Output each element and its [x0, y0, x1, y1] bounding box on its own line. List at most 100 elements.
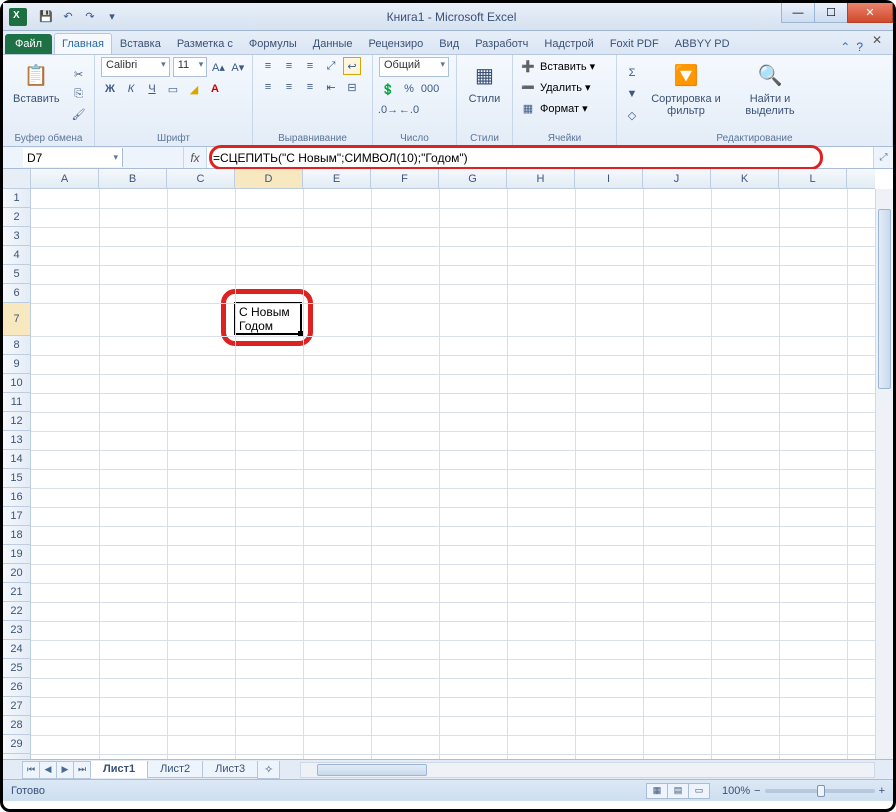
workbook-close-icon[interactable]: ✕: [867, 33, 887, 49]
save-icon[interactable]: 💾: [37, 8, 55, 26]
align-top-icon[interactable]: ≡: [259, 57, 277, 75]
col-head-G[interactable]: G: [439, 169, 507, 188]
row-head-8[interactable]: 8: [3, 336, 30, 355]
sheet-nav-next-icon[interactable]: ▶: [56, 761, 74, 779]
align-bot-icon[interactable]: ≡: [301, 57, 319, 75]
tab-addins[interactable]: Надстрой: [536, 33, 601, 54]
format-painter-icon[interactable]: 🖌: [70, 105, 88, 123]
comma-icon[interactable]: 000: [421, 80, 439, 98]
number-format-combo[interactable]: Общий: [379, 57, 449, 77]
row-head-15[interactable]: 15: [3, 469, 30, 488]
currency-icon[interactable]: 💲: [379, 80, 397, 98]
qat-customize-icon[interactable]: ▾: [103, 8, 121, 26]
col-head-K[interactable]: K: [711, 169, 779, 188]
row-head-17[interactable]: 17: [3, 507, 30, 526]
paste-button[interactable]: 📋 Вставить: [9, 57, 64, 131]
font-name-combo[interactable]: Calibri: [101, 57, 170, 77]
sheet-nav-first-icon[interactable]: ⏮: [22, 761, 40, 779]
styles-button[interactable]: ▦ Стили: [463, 57, 506, 107]
fx-icon[interactable]: fx: [183, 147, 207, 168]
view-normal-button[interactable]: ▦: [646, 783, 668, 799]
sheet-tab-3[interactable]: Лист3: [202, 761, 258, 778]
spreadsheet-grid[interactable]: ABCDEFGHIJKL 123456789101112131415161718…: [3, 169, 893, 759]
row-head-22[interactable]: 22: [3, 602, 30, 621]
col-head-I[interactable]: I: [575, 169, 643, 188]
tab-developer[interactable]: Разработч: [467, 33, 536, 54]
align-mid-icon[interactable]: ≡: [280, 57, 298, 75]
dec-dec-icon[interactable]: ←.0: [400, 101, 418, 119]
row-head-11[interactable]: 11: [3, 393, 30, 412]
align-center-icon[interactable]: ≡: [280, 78, 298, 96]
horizontal-scrollbar[interactable]: [300, 762, 875, 778]
row-head-5[interactable]: 5: [3, 265, 30, 284]
row-head-3[interactable]: 3: [3, 227, 30, 246]
ribbon-minimize-icon[interactable]: ⌃: [840, 40, 850, 54]
view-pagebreak-button[interactable]: ▭: [688, 783, 710, 799]
row-head-18[interactable]: 18: [3, 526, 30, 545]
tab-formulas[interactable]: Формулы: [241, 33, 305, 54]
row-head-2[interactable]: 2: [3, 208, 30, 227]
col-head-B[interactable]: B: [99, 169, 167, 188]
col-head-C[interactable]: C: [167, 169, 235, 188]
help-icon[interactable]: ?: [856, 40, 863, 54]
font-size-combo[interactable]: 11: [173, 57, 208, 77]
sheet-tab-1[interactable]: Лист1: [90, 761, 148, 778]
view-layout-button[interactable]: ▤: [667, 783, 689, 799]
zoom-slider[interactable]: [765, 789, 875, 793]
insert-cells-button[interactable]: Вставить ▾: [540, 60, 595, 73]
zoom-out-button[interactable]: −: [754, 785, 760, 797]
clear-icon[interactable]: ◇: [623, 106, 641, 124]
cells-area[interactable]: С Новым Годом: [31, 189, 875, 759]
minimize-button[interactable]: —: [781, 3, 815, 23]
sheet-nav-last-icon[interactable]: ⏭: [73, 761, 91, 779]
vertical-scrollbar[interactable]: [875, 189, 893, 759]
copy-icon[interactable]: ⎘: [70, 85, 88, 103]
zoom-in-button[interactable]: +: [879, 785, 885, 797]
row-head-10[interactable]: 10: [3, 374, 30, 393]
row-head-25[interactable]: 25: [3, 659, 30, 678]
orientation-icon[interactable]: ⤢: [322, 57, 340, 75]
row-head-20[interactable]: 20: [3, 564, 30, 583]
merge-button[interactable]: ⊟: [343, 78, 361, 96]
row-head-12[interactable]: 12: [3, 412, 30, 431]
border-button[interactable]: ▭: [164, 80, 182, 98]
sheet-nav-prev-icon[interactable]: ◀: [39, 761, 57, 779]
row-head-19[interactable]: 19: [3, 545, 30, 564]
file-tab[interactable]: Файл: [5, 34, 52, 54]
formula-expand-icon[interactable]: ⤢: [873, 147, 893, 168]
align-left-icon[interactable]: ≡: [259, 78, 277, 96]
col-head-L[interactable]: L: [779, 169, 847, 188]
sheet-tab-2[interactable]: Лист2: [147, 761, 203, 778]
row-head-23[interactable]: 23: [3, 621, 30, 640]
row-head-13[interactable]: 13: [3, 431, 30, 450]
row-head-27[interactable]: 27: [3, 697, 30, 716]
row-head-4[interactable]: 4: [3, 246, 30, 265]
tab-insert[interactable]: Вставка: [112, 33, 169, 54]
close-button[interactable]: ✕: [847, 3, 893, 23]
dec-inc-icon[interactable]: .0→: [379, 101, 397, 119]
tab-layout[interactable]: Разметка с: [169, 33, 241, 54]
shrink-font-icon[interactable]: A▾: [230, 58, 246, 76]
col-head-E[interactable]: E: [303, 169, 371, 188]
grow-font-icon[interactable]: A▴: [210, 58, 226, 76]
zoom-slider-thumb[interactable]: [817, 785, 825, 797]
horizontal-scroll-thumb[interactable]: [317, 764, 427, 776]
row-head-21[interactable]: 21: [3, 583, 30, 602]
cut-icon[interactable]: ✂: [70, 65, 88, 83]
sheet-add-button[interactable]: ✧: [257, 761, 280, 779]
autosum-icon[interactable]: Σ: [623, 64, 641, 82]
tab-home[interactable]: Главная: [54, 33, 112, 54]
select-all-button[interactable]: [3, 169, 31, 189]
indent-dec-icon[interactable]: ⇤: [322, 78, 340, 96]
tab-review[interactable]: Рецензиро: [361, 33, 432, 54]
tab-view[interactable]: Вид: [431, 33, 467, 54]
row-headers[interactable]: 1234567891011121314151617181920212223242…: [3, 189, 31, 759]
col-head-A[interactable]: A: [31, 169, 99, 188]
underline-button[interactable]: Ч: [143, 80, 161, 98]
row-head-26[interactable]: 26: [3, 678, 30, 697]
column-headers[interactable]: ABCDEFGHIJKL: [31, 169, 875, 189]
align-right-icon[interactable]: ≡: [301, 78, 319, 96]
percent-icon[interactable]: %: [400, 80, 418, 98]
row-head-14[interactable]: 14: [3, 450, 30, 469]
italic-button[interactable]: К: [122, 80, 140, 98]
